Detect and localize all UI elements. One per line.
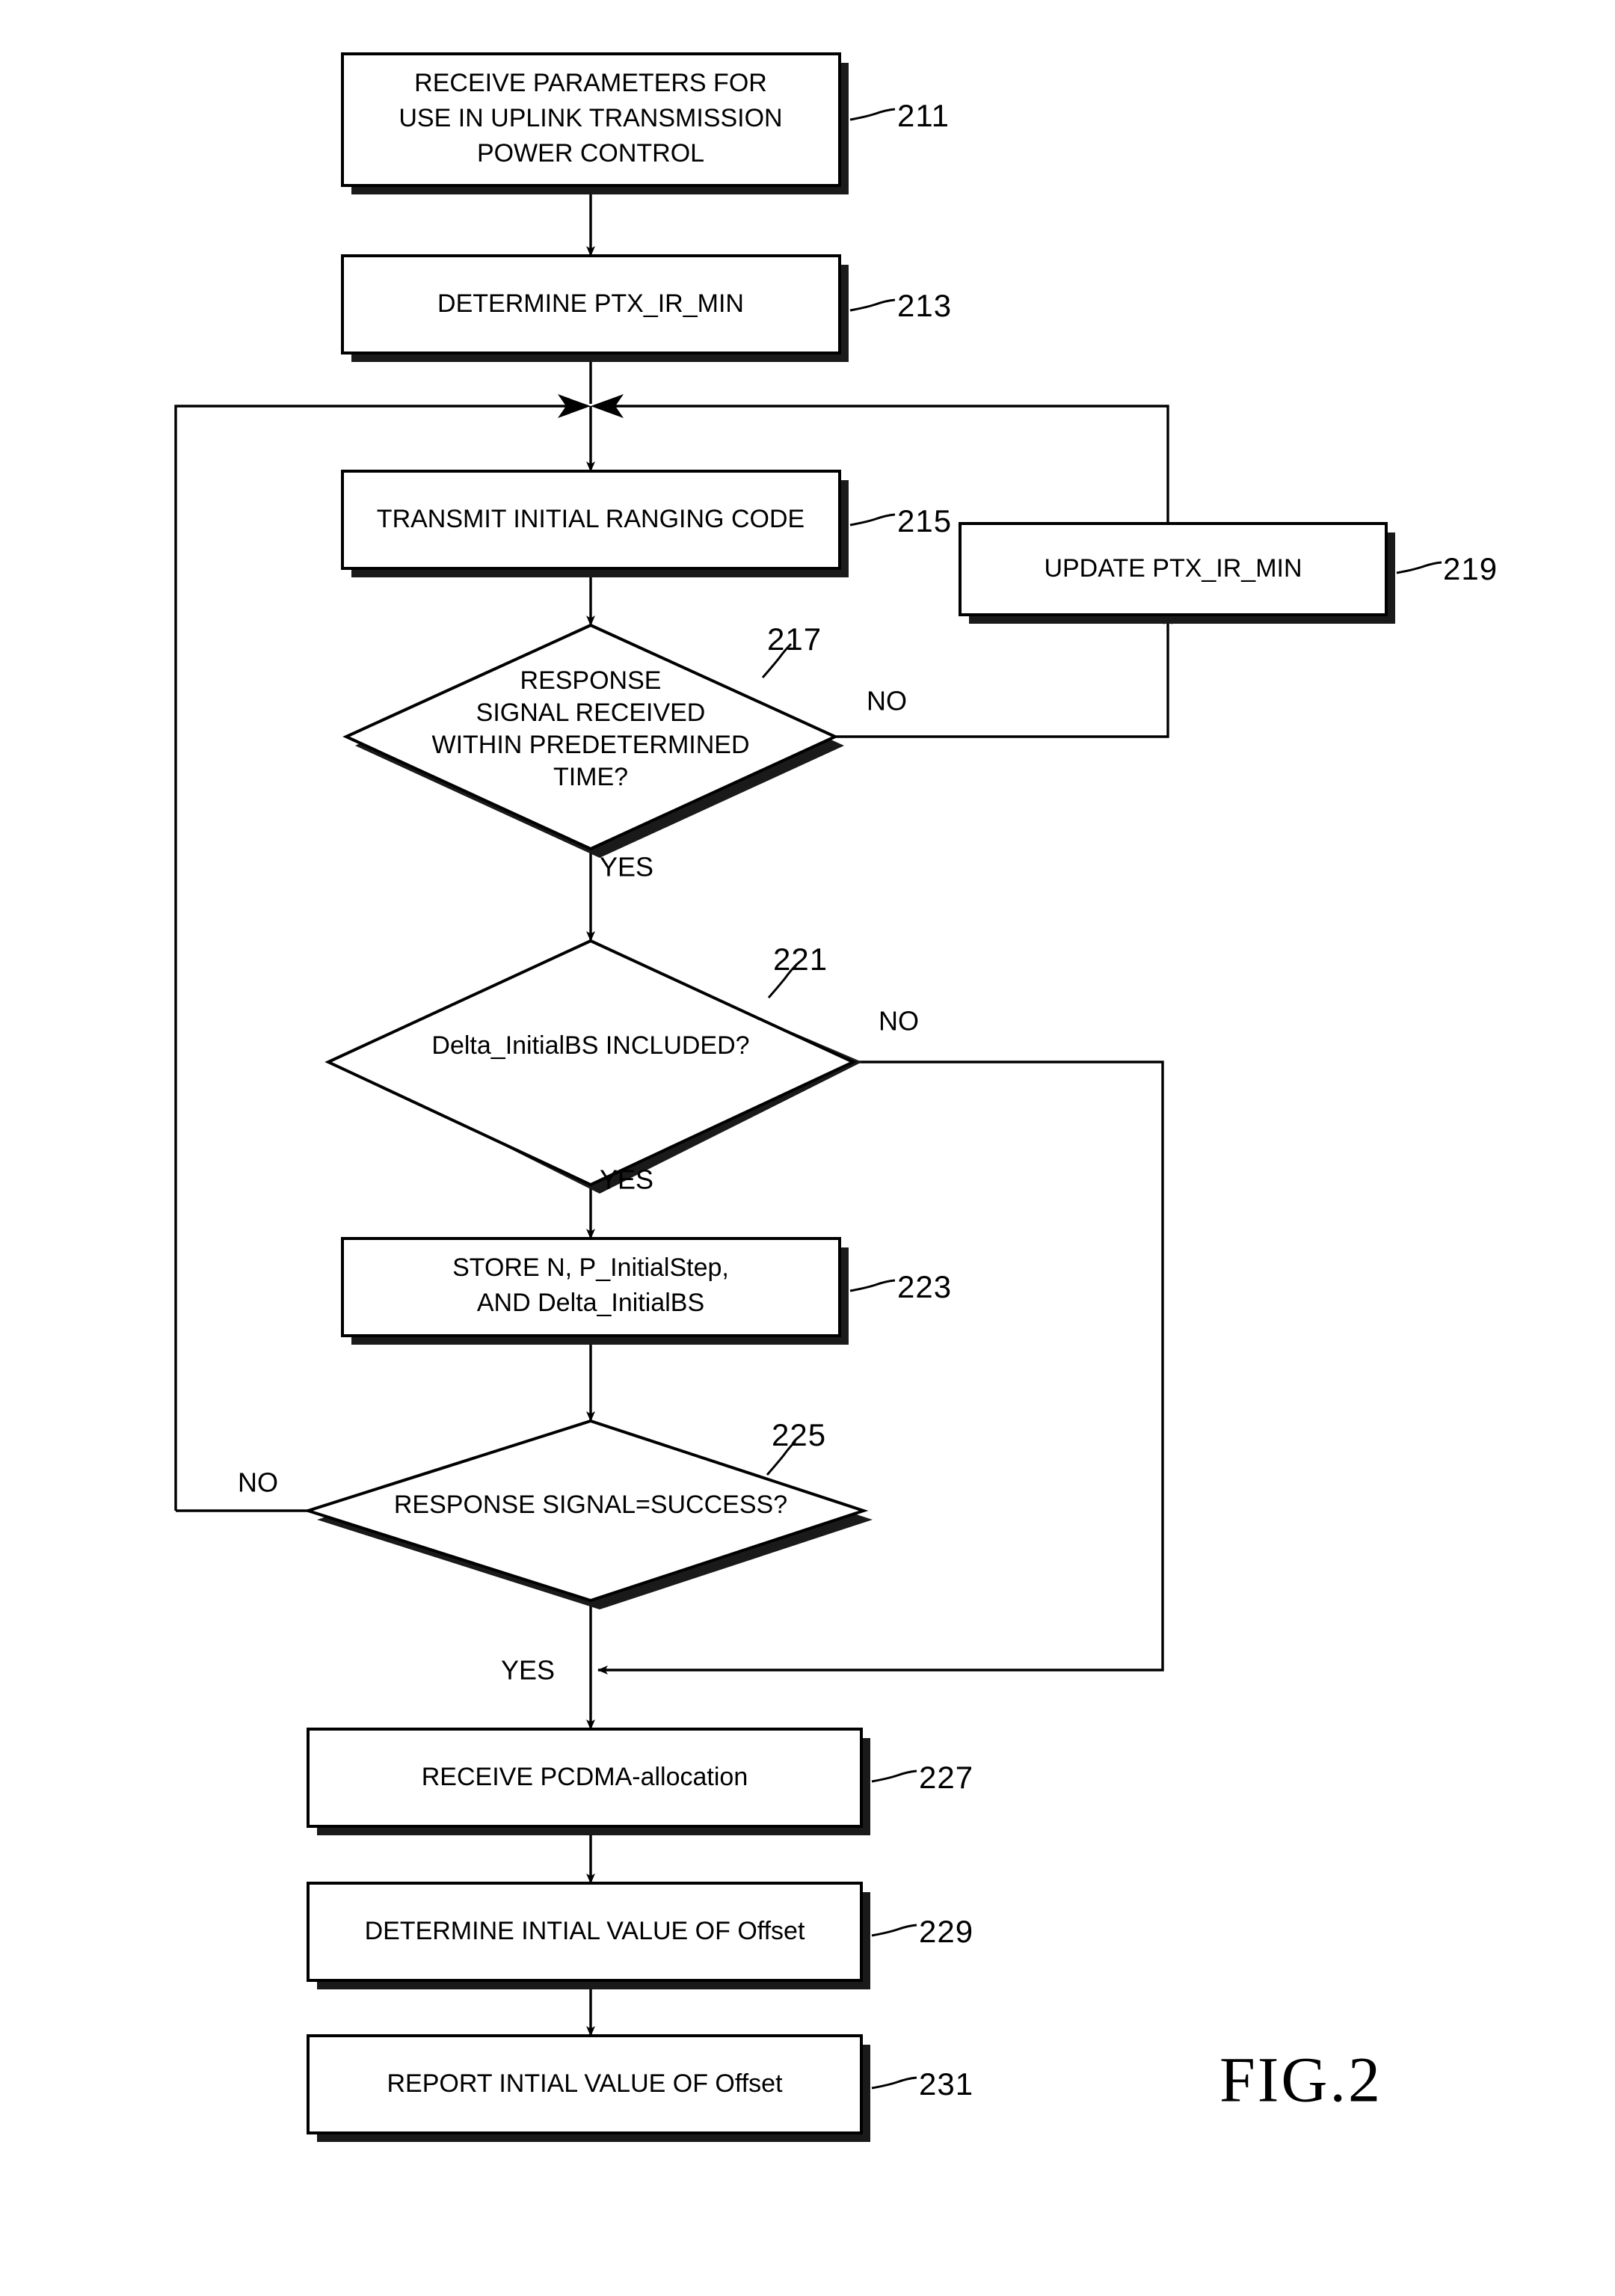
node-229-ref: 229 (919, 1914, 973, 1949)
node-213-leader (849, 298, 896, 312)
node-231: REPORT INTIAL VALUE OF Offset 231 (307, 2034, 973, 2142)
node-211-line-0: RECEIVE PARAMETERS FOR (414, 69, 767, 97)
node-229: DETERMINE INTIAL VALUE OF Offset 229 (307, 1882, 973, 1989)
node-219-line-0: UPDATE PTX_IR_MIN (1044, 554, 1302, 583)
node-221-no-label: NO (879, 1006, 919, 1037)
node-231-line-0: REPORT INTIAL VALUE OF Offset (387, 2069, 783, 2098)
node-231-leader (871, 2076, 917, 2090)
node-231-ref: 231 (919, 2066, 973, 2102)
node-227-line-0: RECEIVE PCDMA-allocation (422, 1763, 748, 1791)
node-211: RECEIVE PARAMETERS FOR USE IN UPLINK TRA… (341, 52, 950, 194)
node-211-ref: 211 (897, 98, 950, 133)
node-219: UPDATE PTX_IR_MIN 219 (959, 522, 1498, 624)
node-225: RESPONSE SIGNAL=SUCCESS? 225 NO YES (238, 1417, 873, 1686)
node-217-ref: 217 (767, 621, 822, 657)
node-223-leader (849, 1279, 896, 1292)
node-215: TRANSMIT INITIAL RANGING CODE 215 (341, 470, 952, 577)
node-225-line-0: RESPONSE SIGNAL=SUCCESS? (394, 1491, 787, 1519)
node-219-ref: 219 (1443, 551, 1498, 586)
node-217-line-0: RESPONSE (520, 666, 662, 695)
node-221-ref: 221 (773, 942, 828, 977)
node-211-leader (849, 108, 896, 121)
node-217-line-2: WITHIN PREDETERMINED (432, 731, 750, 759)
node-219-leader (1396, 561, 1442, 574)
node-217: RESPONSE SIGNAL RECEIVED WITHIN PREDETER… (342, 621, 907, 883)
node-225-yes-label: YES (501, 1655, 555, 1686)
node-221-yes-label: YES (600, 1164, 653, 1195)
node-213-line-0: DETERMINE PTX_IR_MIN (437, 289, 744, 318)
node-211-line-1: USE IN UPLINK TRANSMISSION (399, 104, 782, 132)
figure-label: FIG.2 (1219, 2044, 1382, 2116)
node-217-line-3: TIME? (553, 763, 628, 791)
node-223: STORE N, P_InitialStep, AND Delta_Initia… (341, 1237, 952, 1345)
connector-217-no-to-219 (835, 614, 1172, 738)
node-213: DETERMINE PTX_IR_MIN 213 (341, 254, 952, 362)
node-227: RECEIVE PCDMA-allocation 227 (307, 1728, 973, 1835)
figure-container: RECEIVE PARAMETERS FOR USE IN UPLINK TRA… (0, 0, 1615, 2296)
node-215-line-0: TRANSMIT INITIAL RANGING CODE (377, 505, 805, 533)
node-225-ref: 225 (772, 1417, 826, 1452)
flowchart-svg: RECEIVE PARAMETERS FOR USE IN UPLINK TRA… (174, 52, 1498, 2142)
node-213-ref: 213 (897, 288, 952, 323)
node-221-diamond (324, 939, 857, 1187)
node-215-leader (849, 513, 896, 527)
node-223-ref: 223 (897, 1269, 952, 1304)
node-225-no-label: NO (238, 1467, 278, 1498)
node-221-line-0: Delta_InitialBS INCLUDED? (431, 1031, 749, 1060)
node-217-line-1: SIGNAL RECEIVED (476, 699, 706, 727)
node-217-yes-label: YES (600, 852, 653, 883)
node-223-line-0: STORE N, P_InitialStep, (452, 1253, 729, 1282)
node-227-ref: 227 (919, 1760, 973, 1795)
node-227-leader (871, 1769, 917, 1783)
node-223-line-1: AND Delta_InitialBS (477, 1289, 704, 1317)
node-215-ref: 215 (897, 503, 952, 538)
node-229-line-0: DETERMINE INTIAL VALUE OF Offset (365, 1917, 805, 1945)
node-217-no-label: NO (867, 686, 907, 716)
node-211-line-2: POWER CONTROL (477, 139, 704, 168)
node-229-leader (871, 1924, 917, 1937)
node-221: Delta_InitialBS INCLUDED? 221 NO YES (324, 939, 919, 1195)
